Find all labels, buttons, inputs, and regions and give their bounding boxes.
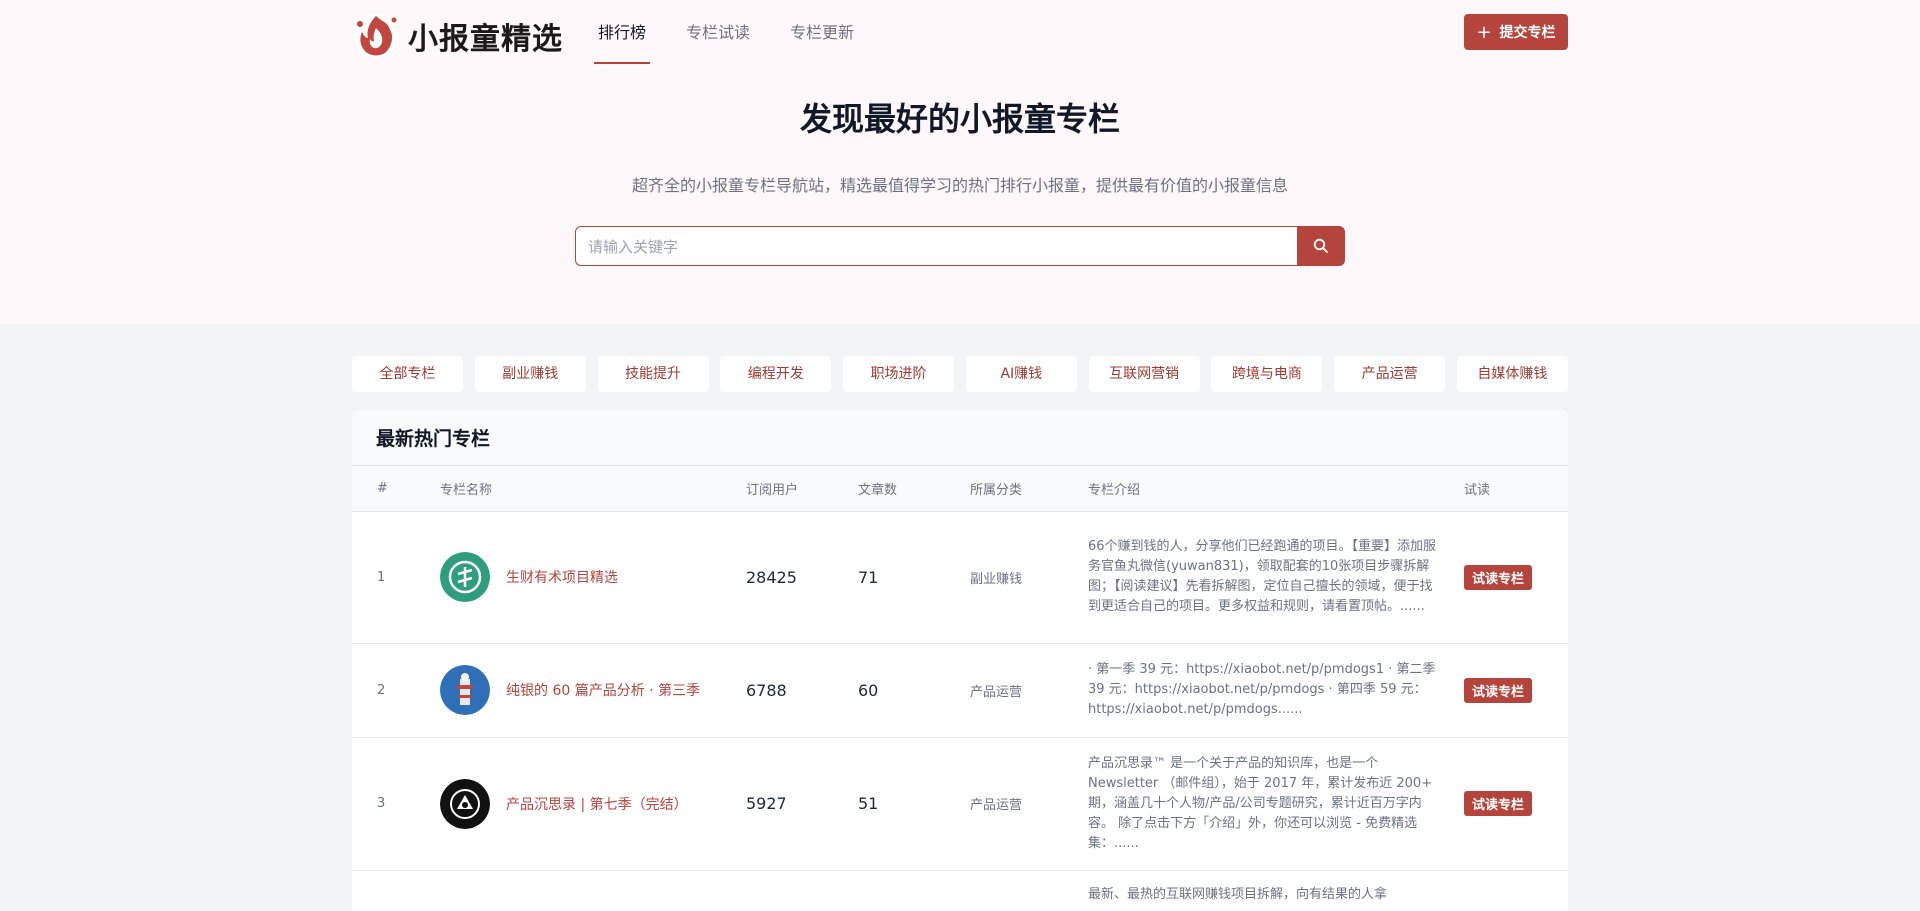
hero-title: 发现最好的小报童专栏 — [799, 100, 1120, 138]
header-description: 专栏介绍 — [1088, 466, 1464, 512]
table-row: 3 产品沉思录 | 第七季（完结） 5927 51 产品运营 产品沉思录™ 是一… — [352, 737, 1568, 871]
search-bar: 请输入关键字 — [575, 226, 1345, 266]
category-media[interactable]: 自媒体赚钱 — [1456, 356, 1568, 392]
row-articles: 71 — [858, 511, 970, 644]
header-category: 所属分类 — [970, 466, 1088, 512]
plus-icon: + — [1476, 21, 1492, 43]
table-header-row: # 专栏名称 订阅用户 文章数 所属分类 专栏介绍 试读 — [352, 466, 1568, 512]
category-all[interactable]: 全部专栏 — [352, 356, 463, 392]
row-subscribers: 6788 — [746, 643, 858, 738]
row-category: 副业赚钱 — [970, 511, 1088, 644]
row-rank: 3 — [352, 737, 440, 871]
row-description: 最新、最热的互联网赚钱项目拆解，向有结果的人拿 — [1088, 886, 1388, 902]
header-articles: 文章数 — [858, 466, 970, 512]
header-subscribers: 订阅用户 — [746, 466, 858, 512]
row-category: 产品运营 — [970, 643, 1088, 738]
row-rank: 2 — [352, 643, 440, 738]
brand-logo[interactable]: 小报童精选 — [352, 12, 563, 60]
submit-column-label: 提交专栏 — [1499, 25, 1556, 41]
nav-tab-ranking[interactable]: 排行榜 — [594, 0, 651, 66]
table-row: 最新、最热的互联网赚钱项目拆解，向有结果的人拿 — [352, 870, 1568, 911]
top-nav: 小报童精选 排行榜 专栏试读 专栏更新 + 提交专栏 — [352, 0, 1568, 66]
table-row: 1 生财有术项目精选 28425 71 副业赚钱 66个赚到钱的人，分享他们已经… — [352, 511, 1568, 644]
category-programming[interactable]: 编程开发 — [720, 356, 832, 392]
row-description: 66个赚到钱的人，分享他们已经跑通的项目。【重要】添加服务官鱼丸微信(yuwan… — [1088, 539, 1437, 614]
search-input[interactable]: 请输入关键字 — [575, 226, 1297, 266]
try-column-button[interactable]: 试读专栏 — [1464, 677, 1533, 703]
category-ecommerce[interactable]: 跨境与电商 — [1211, 356, 1323, 392]
category-side-income[interactable]: 副业赚钱 — [474, 356, 586, 392]
column-name-link[interactable]: 生财有术项目精选 — [506, 567, 618, 587]
column-name-link[interactable]: 产品沉思录 | 第七季（完结） — [506, 794, 688, 814]
row-category: 产品运营 — [970, 737, 1088, 871]
category-filters: 全部专栏 副业赚钱 技能提升 编程开发 职场进阶 AI赚钱 互联网营销 跨境与电… — [352, 356, 1568, 392]
search-button[interactable] — [1297, 226, 1345, 266]
hot-columns-panel: 最新热门专栏 # 专栏名称 订阅用户 文章数 所属分类 专栏介绍 试读 1 生财… — [352, 410, 1568, 911]
row-rank: 1 — [352, 511, 440, 644]
try-column-button[interactable]: 试读专栏 — [1464, 564, 1533, 590]
brand-name: 小报童精选 — [408, 22, 563, 57]
flame-logo-icon — [354, 14, 398, 58]
category-ai[interactable]: AI赚钱 — [965, 356, 1077, 392]
category-product[interactable]: 产品运营 — [1334, 356, 1446, 392]
row-articles: 60 — [858, 643, 970, 738]
column-avatar[interactable] — [440, 778, 490, 829]
category-skills[interactable]: 技能提升 — [597, 356, 709, 392]
submit-column-button[interactable]: + 提交专栏 — [1464, 14, 1568, 50]
category-career[interactable]: 职场进阶 — [843, 356, 955, 392]
nav-tab-updates[interactable]: 专栏更新 — [786, 0, 858, 66]
hero: 发现最好的小报童专栏 超齐全的小报童专栏导航站，精选最值得学习的热门排行小报童，… — [0, 94, 1920, 266]
column-avatar[interactable] — [440, 552, 490, 602]
try-column-button[interactable]: 试读专栏 — [1464, 791, 1533, 816]
column-avatar[interactable] — [440, 665, 490, 715]
panel-title: 最新热门专栏 — [352, 410, 1568, 466]
row-description: · 第一季 39 元：https://xiaobot.net/p/pmdogs1… — [1088, 662, 1436, 717]
row-subscribers: 28425 — [746, 511, 858, 644]
row-description: 产品沉思录™ 是一个关于产品的知识库，也是一个 Newsletter （邮件组）… — [1088, 755, 1433, 851]
category-marketing[interactable]: 互联网营销 — [1088, 356, 1200, 392]
row-subscribers: 5927 — [746, 737, 858, 871]
columns-table: # 专栏名称 订阅用户 文章数 所属分类 专栏介绍 试读 1 生财有术项目精选 … — [352, 466, 1568, 911]
column-name-link[interactable]: 纯银的 60 篇产品分析 · 第三季 — [506, 680, 700, 700]
header-rank: # — [352, 466, 440, 512]
row-articles: 51 — [858, 737, 970, 871]
header-trial: 试读 — [1464, 466, 1568, 512]
row-rank — [352, 870, 440, 911]
nav-tab-trial[interactable]: 专栏试读 — [682, 0, 754, 66]
header-name: 专栏名称 — [440, 466, 746, 512]
nav-tabs: 排行榜 专栏试读 专栏更新 — [594, 0, 890, 66]
hero-subtitle: 超齐全的小报童专栏导航站，精选最值得学习的热门排行小报童，提供最有价值的小报童信… — [631, 176, 1288, 195]
search-icon — [1313, 238, 1328, 253]
table-row: 2 纯银的 60 篇产品分析 · 第三季 6788 60 产品运营 · 第一季 … — [352, 643, 1568, 738]
